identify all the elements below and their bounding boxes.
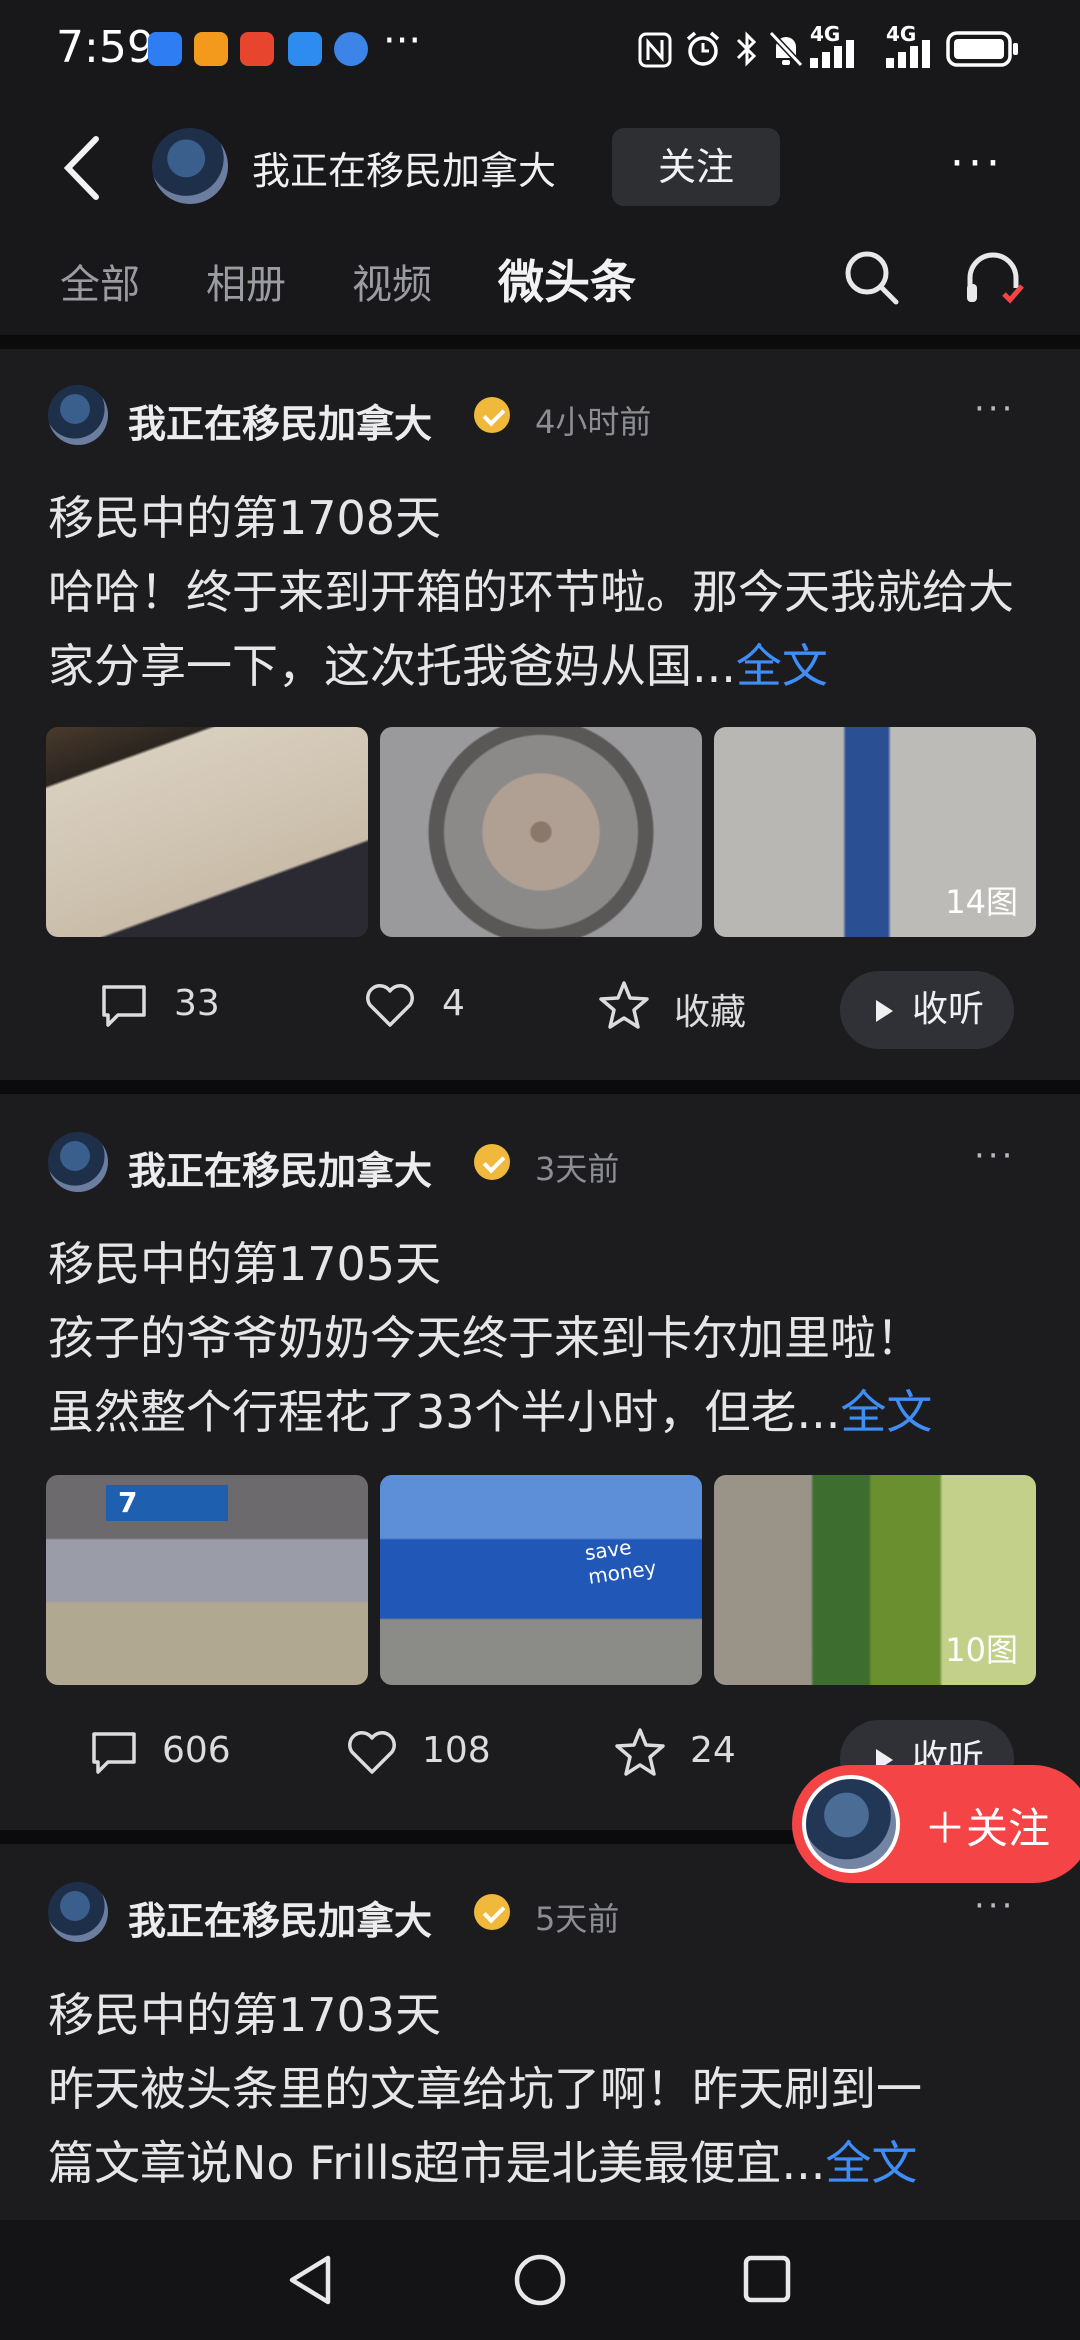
- post-text[interactable]: 移民中的第1703天 昨天被头条里的文章给坑了啊！昨天刷到一 篇文章说No Fr…: [48, 1978, 1038, 2200]
- listen-label: 收听: [912, 989, 985, 1030]
- system-nav-bar: [0, 2220, 1080, 2340]
- post-body: 篇文章说No Frills超市是北美最便宜...: [48, 2136, 826, 2190]
- like-button[interactable]: 108: [346, 1728, 506, 1778]
- follow-button[interactable]: 关注: [612, 128, 780, 206]
- nav-recents-icon[interactable]: [740, 2252, 796, 2308]
- post-text[interactable]: 移民中的第1708天 哈哈！终于来到开箱的环节啦。那今天我就给大家分享一下，这次…: [48, 481, 1038, 703]
- like-count: 4: [442, 983, 465, 1024]
- post-image[interactable]: 14图: [714, 727, 1036, 937]
- divider: [0, 1080, 1080, 1094]
- verified-badge-icon: [474, 1144, 510, 1180]
- bluetooth-icon: [736, 31, 757, 67]
- post-author[interactable]: 我正在移民加拿大: [128, 1890, 432, 1945]
- post-title: 移民中的第1705天: [48, 1237, 442, 1291]
- post-more-icon[interactable]: ···: [974, 1136, 1015, 1176]
- post-more-icon[interactable]: ···: [974, 1886, 1015, 1926]
- post-body: 虽然整个行程花了33个半小时，但老...: [48, 1385, 841, 1439]
- post-time: 4小时前: [535, 403, 652, 441]
- post-body: 哈哈！终于来到开箱的环节啦。那今天我就给大家分享一下，这次托我爸妈从国...: [48, 565, 1014, 693]
- floating-follow-label: ＋关注: [924, 1804, 1051, 1853]
- divider: [0, 335, 1080, 349]
- alarm-icon: [686, 31, 720, 66]
- floating-follow-button[interactable]: ＋关注: [792, 1765, 1080, 1883]
- shield-icon: [148, 32, 182, 66]
- avatar[interactable]: [48, 385, 108, 445]
- browser-icon: [288, 32, 322, 66]
- headphones-icon[interactable]: [962, 248, 1024, 310]
- comment-icon: [92, 1732, 136, 1774]
- flight-icon: [240, 32, 274, 66]
- post-card[interactable]: 我正在移民加拿大 4小时前 ··· 移民中的第1708天 哈哈！终于来到开箱的环…: [0, 349, 1080, 1080]
- nav-back-icon[interactable]: [282, 2250, 338, 2310]
- globe-icon: [334, 32, 368, 66]
- tab-all[interactable]: 全部: [60, 252, 140, 310]
- post-body: 孩子的爷爷奶奶今天终于来到卡尔加里啦！: [48, 1311, 922, 1365]
- favorite-count: 24: [690, 1730, 736, 1771]
- heart-icon: [366, 984, 414, 1027]
- comment-button[interactable]: 33: [98, 981, 238, 1031]
- star-icon: [615, 1728, 665, 1776]
- tab-video[interactable]: 视频: [352, 252, 432, 310]
- account-name[interactable]: 我正在移民加拿大: [252, 140, 556, 195]
- post-author[interactable]: 我正在移民加拿大: [128, 393, 432, 448]
- post-more-icon[interactable]: ···: [974, 389, 1015, 429]
- mute-icon: [768, 30, 804, 68]
- verified-badge-icon: [474, 1894, 510, 1930]
- status-bar: 7:59 ··· 4G 4G: [0, 0, 1080, 100]
- favorite-label: 收藏: [674, 992, 747, 1033]
- notification-more-icon: ···: [383, 18, 422, 64]
- post-time: 3天前: [535, 1150, 620, 1188]
- image-count: 14图: [945, 883, 1018, 921]
- post-author[interactable]: 我正在移民加拿大: [128, 1140, 432, 1195]
- post-image[interactable]: save money: [380, 1475, 702, 1685]
- tab-weitoutiao[interactable]: 微头条: [498, 246, 636, 312]
- star-icon: [599, 981, 649, 1029]
- post-image[interactable]: 10图: [714, 1475, 1036, 1685]
- search-icon[interactable]: [842, 248, 902, 308]
- clock: 7:59: [56, 22, 155, 73]
- signal-icon: [810, 40, 854, 68]
- avatar[interactable]: [48, 1132, 108, 1192]
- image-count: 10图: [945, 1631, 1018, 1669]
- nfc-icon: [638, 32, 672, 68]
- comment-count: 33: [174, 983, 220, 1024]
- post-text[interactable]: 移民中的第1705天 孩子的爷爷奶奶今天终于来到卡尔加里啦！ 虽然整个行程花了3…: [48, 1227, 1038, 1449]
- post-card[interactable]: 我正在移民加拿大 5天前 ··· 移民中的第1703天 昨天被头条里的文章给坑了…: [0, 1844, 1080, 2220]
- post-time: 5天前: [535, 1900, 620, 1938]
- full-text-link[interactable]: 全文: [736, 639, 828, 693]
- store-sign: save money: [583, 1534, 658, 1589]
- comment-button[interactable]: 606: [88, 1728, 248, 1778]
- avatar: [802, 1775, 900, 1873]
- back-icon[interactable]: [58, 133, 108, 203]
- avatar[interactable]: [152, 128, 228, 204]
- post-image[interactable]: [380, 727, 702, 937]
- more-icon[interactable]: ···: [950, 138, 1004, 189]
- listen-button[interactable]: 收听: [840, 971, 1014, 1049]
- tab-album[interactable]: 相册: [206, 252, 286, 310]
- avatar[interactable]: [48, 1882, 108, 1942]
- battery-icon: [946, 31, 1018, 67]
- post-image[interactable]: 7: [46, 1475, 368, 1685]
- comment-icon: [102, 985, 146, 1027]
- heart-icon: [348, 1731, 396, 1774]
- post-image[interactable]: [46, 727, 368, 937]
- post-title: 移民中的第1708天: [48, 491, 442, 545]
- like-button[interactable]: 4: [364, 981, 504, 1031]
- nav-home-icon[interactable]: [510, 2250, 570, 2310]
- full-text-link[interactable]: 全文: [840, 1385, 932, 1439]
- comment-count: 606: [162, 1730, 231, 1771]
- favorite-button[interactable]: 24: [612, 1726, 752, 1778]
- like-count: 108: [422, 1730, 491, 1771]
- full-text-link[interactable]: 全文: [825, 2136, 917, 2190]
- post-body: 昨天被头条里的文章给坑了啊！昨天刷到一: [48, 2062, 922, 2116]
- post-card[interactable]: 我正在移民加拿大 3天前 ··· 移民中的第1705天 孩子的爷爷奶奶今天终于来…: [0, 1094, 1080, 1830]
- post-title: 移民中的第1703天: [48, 1988, 442, 2042]
- gate-sign: 7: [106, 1485, 228, 1521]
- notes-icon: [194, 32, 228, 66]
- signal-icon: [886, 40, 930, 68]
- favorite-button[interactable]: 收藏: [596, 979, 776, 1033]
- play-icon: [876, 1000, 893, 1022]
- verified-badge-icon: [474, 397, 510, 433]
